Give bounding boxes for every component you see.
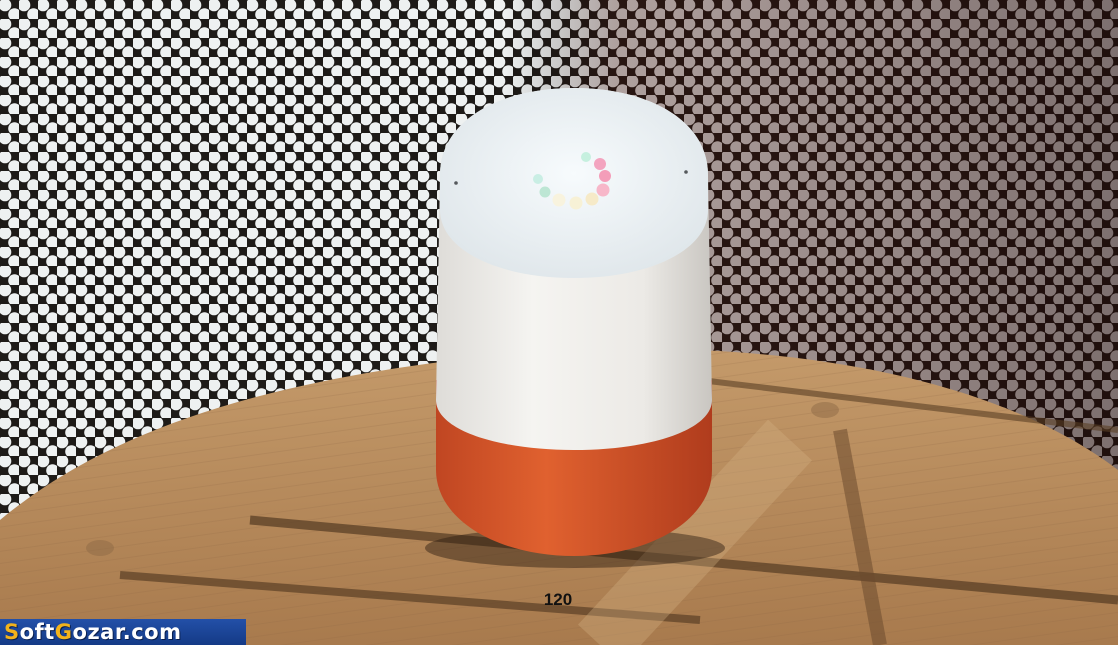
page-number: 120 xyxy=(543,590,573,609)
speaker-top-surface xyxy=(440,88,708,278)
softgozar-watermark: SoftGozar.com xyxy=(0,619,246,645)
smart-speaker xyxy=(425,88,725,568)
photo-scene xyxy=(0,0,1118,645)
watermark-text: SoftGozar.com xyxy=(4,620,182,644)
